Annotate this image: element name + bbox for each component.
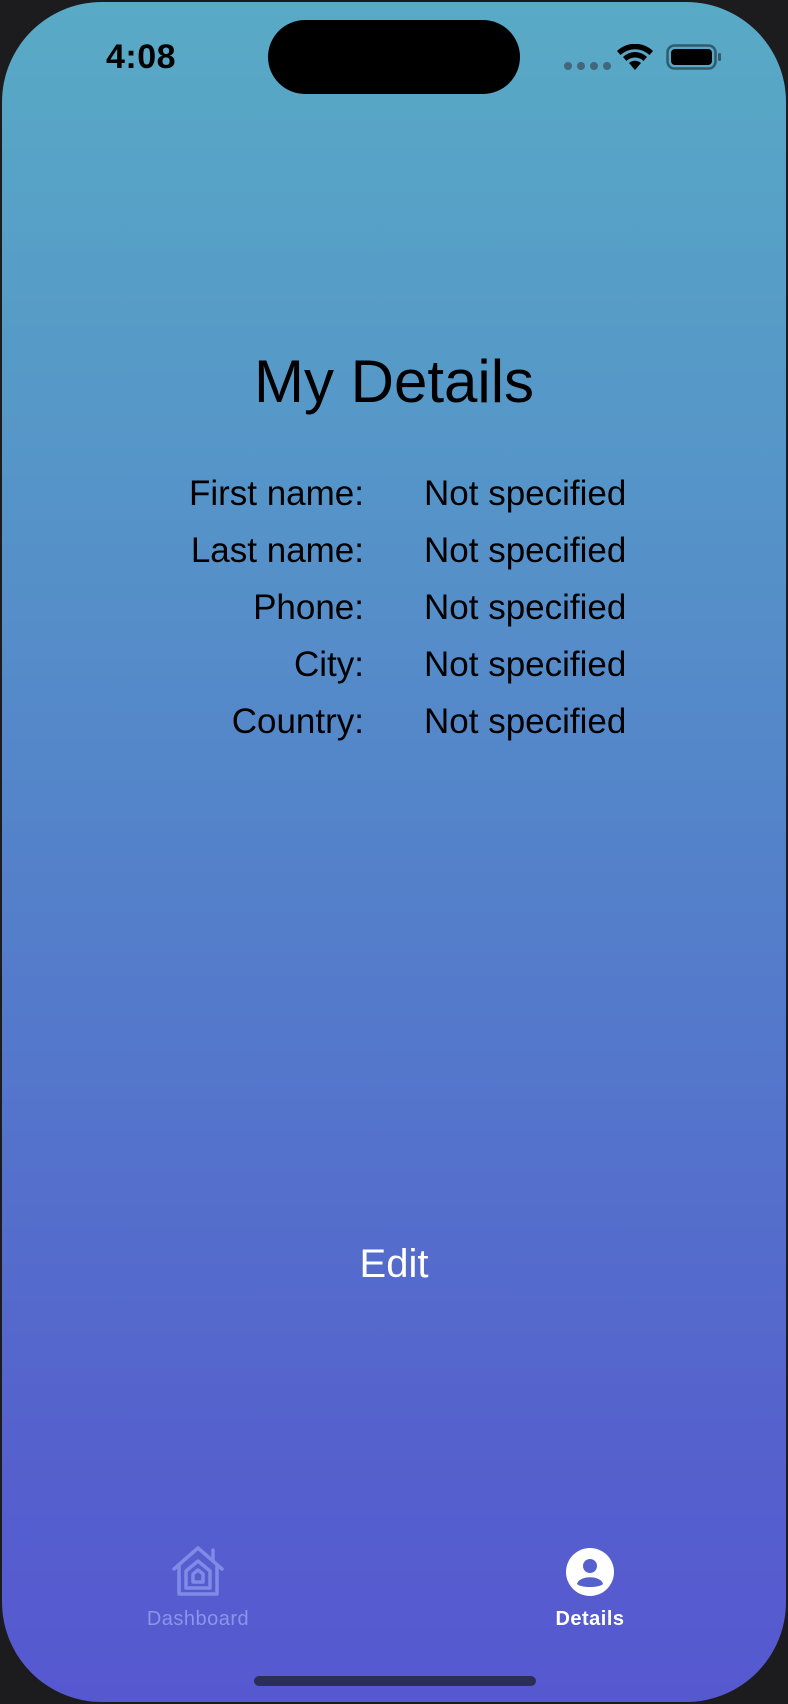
phone-label: Phone: (253, 588, 364, 627)
page-title: My Details (253, 348, 535, 415)
house-icon (172, 1546, 224, 1596)
last-name-label: Last name: (190, 531, 364, 570)
detail-row-phone: Phone: Not specified (2, 588, 786, 645)
wifi-icon (617, 44, 653, 70)
app-screen: 4:08 My Details First name: Not specifie… (2, 2, 786, 1702)
detail-row-first-name: First name: Not specified (2, 474, 786, 531)
person-circle-icon (566, 1548, 614, 1596)
phone-device: 4:08 My Details First name: Not specifie… (0, 0, 788, 1704)
tab-dashboard-label: Dashboard (146, 1608, 250, 1630)
details-list: First name: Not specified Last name: Not… (2, 474, 786, 759)
home-indicator[interactable] (254, 1676, 536, 1686)
tab-details-label: Details (555, 1608, 625, 1630)
battery-icon (666, 44, 721, 70)
detail-row-city: City: Not specified (2, 645, 786, 702)
first-name-label: First name: (188, 474, 364, 513)
tab-details[interactable]: Details (500, 1542, 680, 1631)
detail-row-country: Country: Not specified (2, 702, 786, 759)
tab-dashboard[interactable]: Dashboard (108, 1542, 288, 1631)
status-time: 4:08 (106, 38, 177, 76)
last-name-value: Not specified (424, 531, 627, 570)
cellular-signal-icon (564, 62, 611, 70)
edit-button[interactable]: Edit (294, 1234, 494, 1294)
city-value: Not specified (424, 645, 627, 684)
first-name-value: Not specified (424, 474, 627, 513)
detail-row-last-name: Last name: Not specified (2, 531, 786, 588)
phone-value: Not specified (424, 588, 627, 627)
city-label: City: (294, 645, 364, 684)
country-value: Not specified (424, 702, 627, 741)
country-label: Country: (231, 702, 364, 741)
dynamic-island (268, 20, 520, 94)
